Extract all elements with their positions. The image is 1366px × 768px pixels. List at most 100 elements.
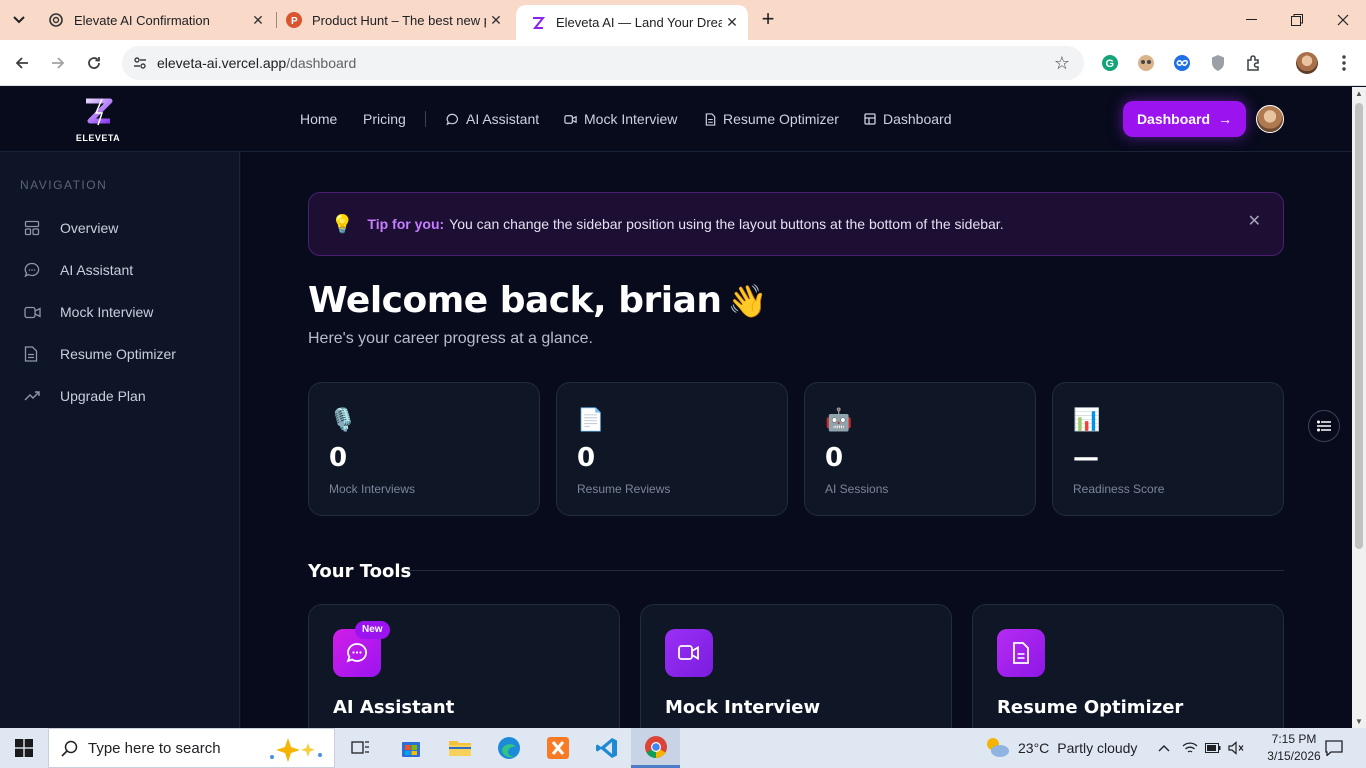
video-icon xyxy=(564,114,577,125)
logo-text: ELEVETA xyxy=(75,133,121,143)
forward-button[interactable] xyxy=(45,50,71,76)
new-tab-button[interactable]: + xyxy=(756,8,780,32)
extensions-puzzle-icon[interactable] xyxy=(1242,51,1266,75)
close-window-button[interactable] xyxy=(1320,0,1366,40)
site-info-icon[interactable] xyxy=(130,53,150,73)
edge-browser-app[interactable] xyxy=(484,728,533,768)
weather-temp: 23°C xyxy=(1018,740,1050,756)
xampp-app[interactable] xyxy=(533,728,582,768)
bookmark-star-icon[interactable]: ☆ xyxy=(1054,53,1070,74)
battery-status[interactable] xyxy=(1202,728,1224,768)
trend-up-icon xyxy=(24,390,52,402)
microsoft-store-app[interactable] xyxy=(386,728,435,768)
tool-card-ai-assistant[interactable]: New AI Assistant xyxy=(308,604,620,728)
profile-avatar-icon[interactable] xyxy=(1295,51,1319,75)
tool-icon-container xyxy=(997,629,1045,677)
minimize-window-button[interactable] xyxy=(1228,0,1274,40)
robot-icon: 🤖 xyxy=(825,407,853,432)
svg-text:G: G xyxy=(1106,58,1115,70)
restore-window-button[interactable] xyxy=(1274,0,1320,40)
nav-home-label: Home xyxy=(300,111,338,127)
nav-dashboard-label: Dashboard xyxy=(883,111,952,127)
edge-icon xyxy=(497,737,520,759)
close-tab-icon[interactable]: ✕ xyxy=(486,10,506,30)
vscode-icon xyxy=(595,738,617,758)
page-subtitle: Here's your career progress at a glance. xyxy=(308,330,593,347)
tool-card-resume-optimizer[interactable]: Resume Optimizer xyxy=(972,604,1284,728)
scrollbar-thumb[interactable] xyxy=(1355,103,1363,549)
scroll-down-arrow-icon[interactable]: ▼ xyxy=(1354,717,1364,726)
extension-shield-icon[interactable] xyxy=(1206,51,1230,75)
grammarly-extension-icon[interactable]: G xyxy=(1098,51,1122,75)
sidebar-item-resume-optimizer[interactable]: Resume Optimizer xyxy=(20,336,220,372)
document-icon xyxy=(705,112,716,126)
nav-resume-optimizer[interactable]: Resume Optimizer xyxy=(705,87,839,151)
browser-toolbar: eleveta-ai.vercel.app/dashboard ☆ G xyxy=(0,40,1366,86)
stat-label: Mock Interviews xyxy=(329,482,416,496)
sidebar-item-label: Resume Optimizer xyxy=(60,346,176,362)
browser-menu-icon[interactable] xyxy=(1332,51,1356,75)
reload-button[interactable] xyxy=(81,50,107,76)
url-text[interactable]: eleveta-ai.vercel.app/dashboard xyxy=(157,55,356,71)
minimize-icon xyxy=(1245,19,1257,20)
sidebar-item-label: AI Assistant xyxy=(60,262,134,278)
vscode-app[interactable] xyxy=(582,728,631,768)
close-tab-icon[interactable]: ✕ xyxy=(722,13,742,33)
task-view-icon xyxy=(350,741,369,754)
stat-card-readiness-score: 📊 — Readiness Score xyxy=(1052,382,1284,516)
eleveta-favicon-icon xyxy=(530,15,546,31)
extension-infinity-icon[interactable] xyxy=(1170,51,1194,75)
weather-widget[interactable]: 23°C Partly cloudy xyxy=(984,728,1137,768)
tab-title: Product Hunt – The best new p xyxy=(312,12,486,28)
network-status[interactable] xyxy=(1178,728,1202,768)
cta-label: Dashboard xyxy=(1136,111,1211,127)
reload-icon xyxy=(88,57,100,69)
notifications-button[interactable] xyxy=(1320,728,1348,768)
taskbar-search-box[interactable]: Type here to search xyxy=(48,728,335,768)
tool-icon-container xyxy=(665,629,713,677)
browser-tab-elevate-confirmation[interactable]: Elevate AI Confirmation ✕ xyxy=(34,0,274,40)
nav-home[interactable]: Home xyxy=(300,87,337,151)
close-tab-icon[interactable]: ✕ xyxy=(248,10,268,30)
system-clock[interactable]: 7:15 PM 3/15/2026 xyxy=(1262,731,1326,765)
browser-tab-product-hunt[interactable]: P Product Hunt – The best new p ✕ xyxy=(272,0,512,40)
stat-card-ai-sessions: 🤖 0 AI Sessions xyxy=(804,382,1036,516)
nav-dashboard[interactable]: Dashboard xyxy=(864,87,952,151)
browser-tab-eleveta-active[interactable]: Eleveta AI — Land Your Dream ✕ xyxy=(516,5,748,40)
nav-mock-interview-label: Mock Interview xyxy=(584,111,678,127)
tools-section-title: Your Tools xyxy=(308,561,412,582)
file-explorer-app[interactable] xyxy=(435,728,484,768)
sidebar-item-ai-assistant[interactable]: AI Assistant xyxy=(20,252,220,288)
filter-lines-icon xyxy=(1317,420,1331,432)
user-avatar[interactable] xyxy=(1256,105,1284,133)
sidebar-item-upgrade-plan[interactable]: Upgrade Plan xyxy=(20,378,220,414)
dismiss-tip-button[interactable]: ✕ xyxy=(1248,211,1261,231)
tool-card-mock-interview[interactable]: Mock Interview xyxy=(640,604,952,728)
sidebar-item-overview[interactable]: Overview xyxy=(20,210,220,246)
arrow-right-icon xyxy=(52,57,65,69)
page-scrollbar[interactable]: ▲ ▼ xyxy=(1352,87,1366,728)
tool-title: Mock Interview xyxy=(665,697,821,718)
scroll-up-arrow-icon[interactable]: ▲ xyxy=(1354,89,1364,98)
chrome-app-active[interactable] xyxy=(631,728,680,768)
task-view-button[interactable] xyxy=(336,728,385,768)
extension-face-icon[interactable] xyxy=(1134,51,1158,75)
dashboard-cta-button[interactable]: Dashboard → xyxy=(1123,101,1246,137)
show-hidden-icons-button[interactable] xyxy=(1154,728,1174,768)
layout-toggle-button[interactable] xyxy=(1308,410,1340,442)
volume-status[interactable] xyxy=(1224,728,1248,768)
tab-search-button[interactable] xyxy=(6,7,32,33)
nav-mock-interview[interactable]: Mock Interview xyxy=(564,87,677,151)
wifi-icon xyxy=(1182,742,1198,753)
eleveta-logo[interactable]: ELEVETA xyxy=(70,97,126,143)
clock-date: 3/15/2026 xyxy=(1267,749,1321,763)
page-icon: 📄 xyxy=(577,407,605,432)
address-bar[interactable]: eleveta-ai.vercel.app/dashboard ☆ xyxy=(122,46,1084,80)
start-button[interactable] xyxy=(0,728,48,768)
dashboard-icon xyxy=(864,113,876,125)
nav-pricing[interactable]: Pricing xyxy=(363,87,406,151)
nav-ai-assistant[interactable]: AI Assistant xyxy=(446,87,539,151)
back-button[interactable] xyxy=(9,50,35,76)
document-icon xyxy=(24,346,52,362)
sidebar-item-mock-interview[interactable]: Mock Interview xyxy=(20,294,220,330)
